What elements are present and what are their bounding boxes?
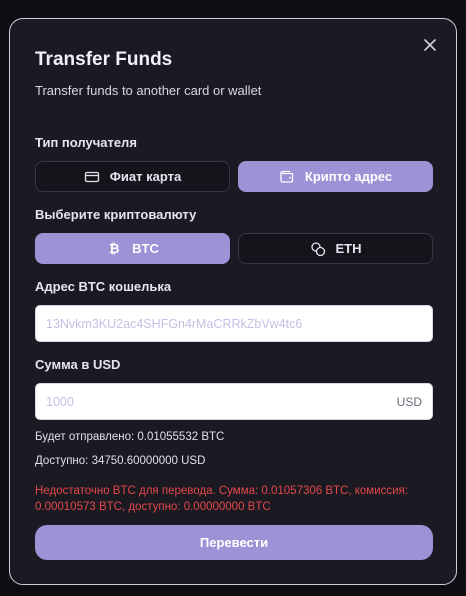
coins-icon [310,241,326,257]
bitcoin-icon: ₿ [108,241,120,256]
will-send-text: Будет отправлено: 0.01055532 BTC [35,431,225,443]
wallet-address-input[interactable]: 13Nvkm3KU2ac4SHFGn4rMaCRRkZbVw4tc6 [35,305,433,342]
btc-button[interactable]: ₿ BTC [35,233,230,264]
transfer-submit-button[interactable]: Перевести [35,525,433,560]
error-message: Недостаточно BTC для перевода. Сумма: 0.… [35,485,408,513]
available-text: Доступно: 34750.60000000 USD [35,455,206,467]
wallet-address-placeholder: 13Nvkm3KU2ac4SHFGn4rMaCRRkZbVw4tc6 [46,316,303,331]
currency-suffix: USD [396,394,422,409]
crypto-address-button[interactable]: Крипто адрес [238,161,433,192]
btc-label: BTC [132,241,159,256]
transfer-modal: Transfer Funds Transfer funds to another… [9,18,457,585]
recipient-type-label: Тип получателя [35,135,137,150]
amount-placeholder: 1000 [46,394,74,409]
fiat-card-button[interactable]: Фиат карта [35,161,230,192]
crypto-selector: ₿ BTC ETH [35,233,433,264]
crypto-select-label: Выберите криптовалюту [35,207,197,222]
amount-input[interactable]: 1000 USD [35,383,433,420]
crypto-address-label: Крипто адрес [304,169,393,184]
eth-label: ETH [335,241,362,256]
amount-label: Сумма в USD [35,357,121,372]
wallet-icon [279,169,295,185]
modal-title: Transfer Funds [35,49,173,70]
address-label: Адрес BTC кошелька [35,279,172,294]
card-icon [84,169,100,185]
modal-subtitle: Transfer funds to another card or wallet [35,83,262,98]
recipient-type-selector: Фиат карта Крипто адрес [35,161,433,192]
eth-button[interactable]: ETH [238,233,433,264]
submit-label: Перевести [199,535,269,550]
close-button[interactable] [421,36,439,54]
fiat-card-label: Фиат карта [109,169,182,184]
close-icon [424,39,436,51]
